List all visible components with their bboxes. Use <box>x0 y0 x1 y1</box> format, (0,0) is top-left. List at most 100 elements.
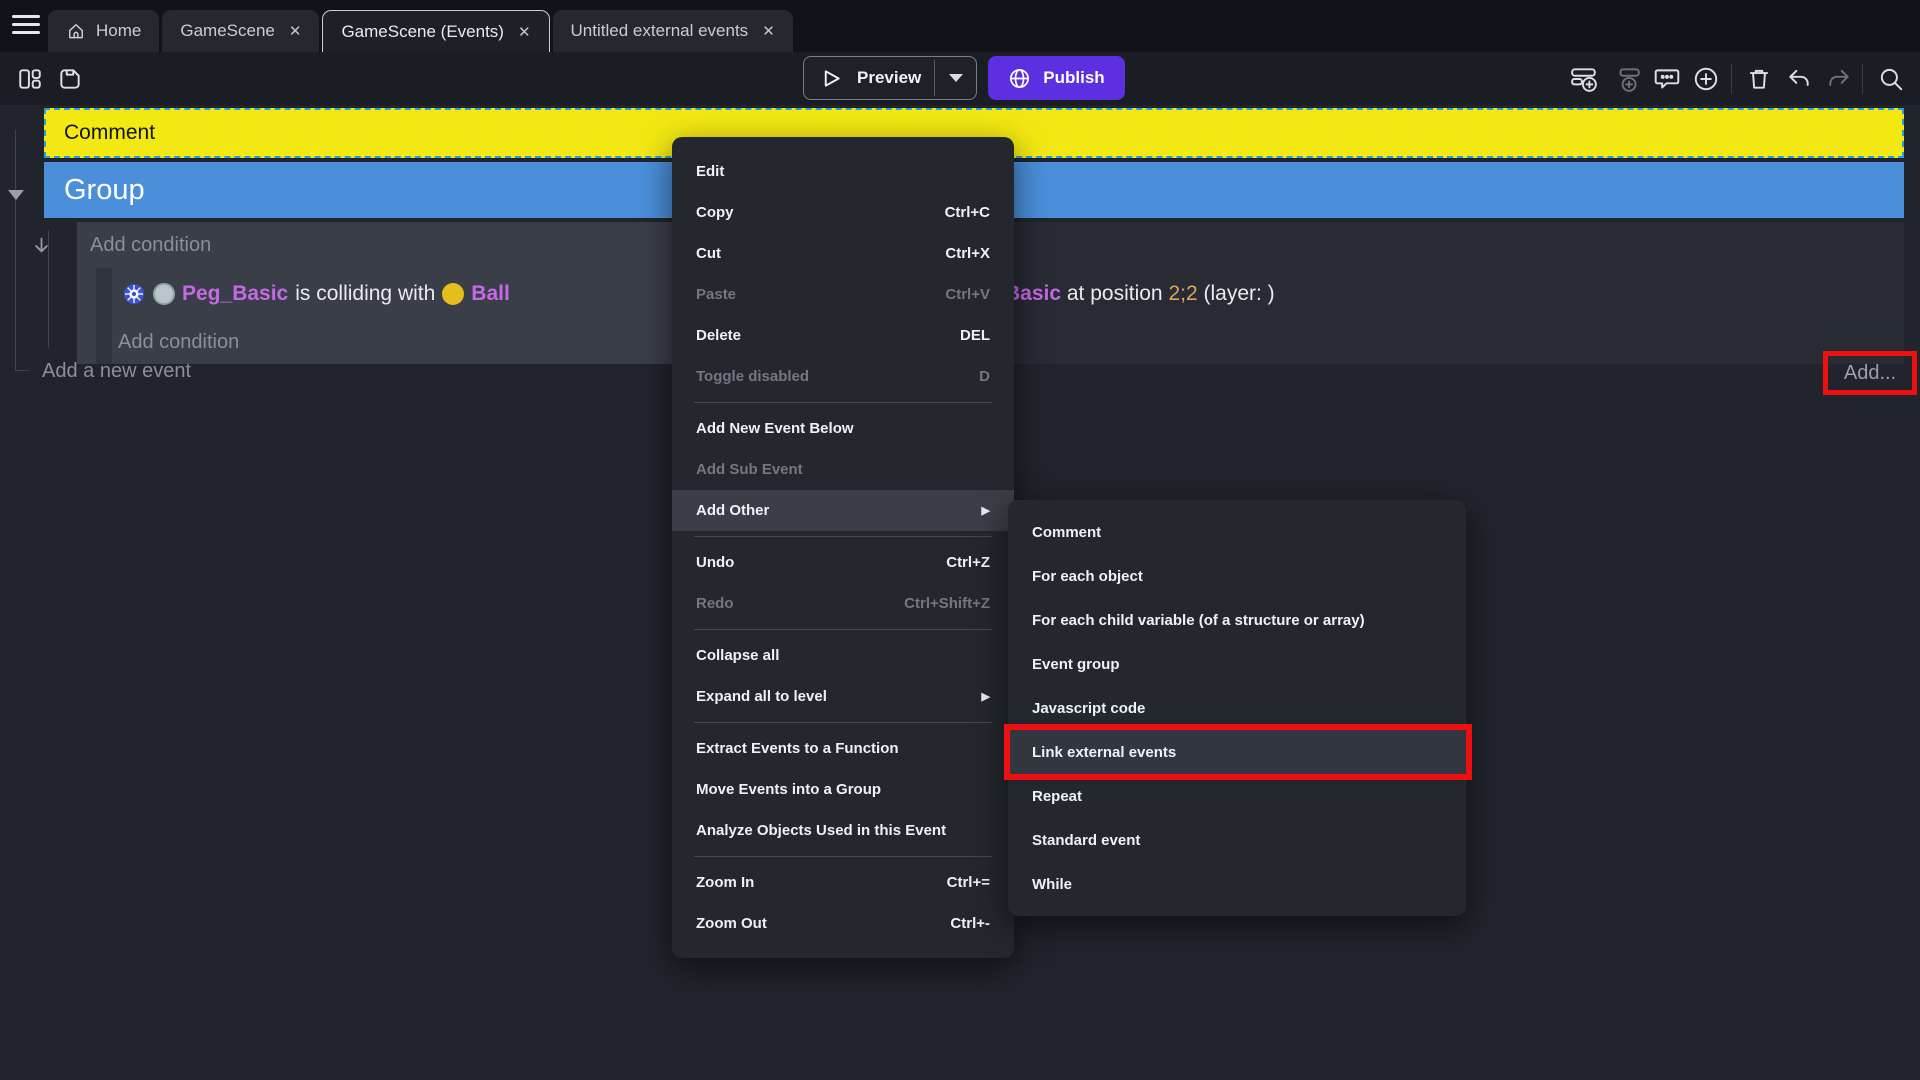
peg-object-icon <box>153 283 175 305</box>
add-sub-event-icon <box>1614 65 1642 93</box>
menu-item-label: Expand all to level <box>696 688 827 705</box>
globe-icon <box>1008 67 1031 90</box>
tab-bar: Home ✕ GameScene ✕ Gam <box>0 0 1920 52</box>
submenu-item-label: For each object <box>1032 568 1143 585</box>
menu-item[interactable]: Undo Ctrl+Z ▶ <box>672 542 1014 583</box>
preview-button-main[interactable]: Preview <box>804 57 934 99</box>
submenu-item-label: Event group <box>1032 656 1120 673</box>
tab[interactable]: GameScene ✕ <box>162 10 319 52</box>
tree-guide-line <box>15 370 29 371</box>
submenu-item[interactable]: For each object <box>1008 554 1466 598</box>
tab-label: Untitled external events <box>571 21 749 41</box>
submenu-item-label: Standard event <box>1032 832 1140 849</box>
submenu-item[interactable]: Repeat <box>1008 774 1466 818</box>
submenu-item-label: Javascript code <box>1032 700 1145 717</box>
submenu-item[interactable]: Event group <box>1008 642 1466 686</box>
toolbar-divider <box>1862 64 1863 94</box>
trash-icon[interactable] <box>1745 65 1773 93</box>
menu-item-label: Collapse all <box>696 647 779 664</box>
add-more-link[interactable]: Add... <box>1844 362 1896 385</box>
action-text: at position <box>1061 282 1168 305</box>
menu-item[interactable]: Copy Ctrl+C ▶ <box>672 192 1014 233</box>
indent-guide <box>96 268 112 364</box>
layout-panels-icon[interactable] <box>16 65 44 93</box>
menu-item[interactable]: Toggle disabled D ▶ <box>672 356 1014 397</box>
menu-item[interactable]: Zoom Out Ctrl+- ▶ <box>672 903 1014 944</box>
menu-item[interactable]: Add Other ▶ <box>672 490 1014 531</box>
menu-item-shortcut: Ctrl+- <box>950 915 990 932</box>
tab[interactable]: Home ✕ <box>48 10 159 52</box>
tab-close-icon[interactable]: ✕ <box>285 22 302 40</box>
tab-strip: Home ✕ GameScene ✕ Gam <box>48 10 793 52</box>
submenu-item[interactable]: Standard event <box>1008 818 1466 862</box>
menu-item-shortcut: Ctrl+X <box>945 245 990 262</box>
publish-label: Publish <box>1043 68 1104 88</box>
tab-label: Home <box>96 21 141 41</box>
tree-guide-line <box>15 130 16 371</box>
undo-icon[interactable] <box>1785 65 1813 93</box>
menu-item[interactable]: Add Sub Event ▶ <box>672 449 1014 490</box>
add-condition-link[interactable]: Add condition <box>90 222 211 268</box>
toolbar-divider <box>1731 64 1732 94</box>
tab-close-icon[interactable]: ✕ <box>758 22 775 40</box>
menu-item[interactable]: Delete DEL ▶ <box>672 315 1014 356</box>
menu-item-label: Move Events into a Group <box>696 781 881 798</box>
submenu-item[interactable]: Javascript code <box>1008 686 1466 730</box>
menu-item[interactable]: Extract Events to a Function ▶ <box>672 728 1014 769</box>
menu-item-label: Paste <box>696 286 736 303</box>
publish-button[interactable]: Publish <box>988 56 1125 100</box>
preview-button[interactable]: Preview <box>803 56 977 100</box>
menu-item[interactable]: Paste Ctrl+V ▶ <box>672 274 1014 315</box>
tab-label: GameScene <box>180 21 275 41</box>
submenu-arrow-icon: ▶ <box>982 504 990 517</box>
action-row-fragment[interactable]: Basic at position 2;2 (layer: ) <box>1005 268 1275 320</box>
tab[interactable]: GameScene (Events) ✕ <box>322 10 549 52</box>
hamburger-menu-icon[interactable] <box>12 15 42 37</box>
menu-item-label: Toggle disabled <box>696 368 809 385</box>
group-expander-icon[interactable] <box>8 190 24 200</box>
tab-close-icon[interactable]: ✕ <box>514 23 531 41</box>
add-event-icon[interactable] <box>1570 65 1598 93</box>
menu-item[interactable]: Edit ▶ <box>672 151 1014 192</box>
object-name: Peg_Basic <box>182 282 288 306</box>
menu-item[interactable]: Cut Ctrl+X ▶ <box>672 233 1014 274</box>
menu-item-shortcut: DEL <box>960 327 990 344</box>
menu-divider <box>694 629 992 630</box>
menu-item[interactable]: Analyze Objects Used in this Event ▶ <box>672 810 1014 851</box>
add-more-annotation-box: Add... <box>1823 351 1917 395</box>
condition-row[interactable]: Peg_Basic is colliding with Ball <box>122 268 510 320</box>
menu-item[interactable]: Add New Event Below ▶ <box>672 408 1014 449</box>
menu-item-label: Cut <box>696 245 721 262</box>
add-new-event-link[interactable]: Add a new event <box>42 356 191 386</box>
menu-item-label: Add New Event Below <box>696 420 854 437</box>
submenu-item[interactable]: While <box>1008 862 1466 906</box>
submenu-item-label: Repeat <box>1032 788 1082 805</box>
menu-item-shortcut: Ctrl+= <box>947 874 990 891</box>
add-other-submenu: Comment For each object For each child v… <box>1008 500 1466 916</box>
submenu-item[interactable]: For each child variable (of a structure … <box>1008 598 1466 642</box>
menu-item-label: Zoom Out <box>696 915 767 932</box>
menu-item[interactable]: Collapse all ▶ <box>672 635 1014 676</box>
menu-item-label: Zoom In <box>696 874 754 891</box>
add-comment-icon[interactable] <box>1653 65 1681 93</box>
menu-item-label: Add Sub Event <box>696 461 803 478</box>
menu-item-label: Undo <box>696 554 734 571</box>
preview-dropdown-arrow[interactable] <box>935 57 976 99</box>
menu-item[interactable]: Move Events into a Group ▶ <box>672 769 1014 810</box>
search-icon[interactable] <box>1877 65 1905 93</box>
submenu-item[interactable]: Comment <box>1008 510 1466 554</box>
save-icon[interactable] <box>56 65 84 93</box>
add-circle-icon[interactable] <box>1692 65 1720 93</box>
menu-item[interactable]: Expand all to level ▶ <box>672 676 1014 717</box>
menu-item[interactable]: Zoom In Ctrl+= ▶ <box>672 862 1014 903</box>
menu-divider <box>694 722 992 723</box>
submenu-item-label: Link external events <box>1032 744 1176 761</box>
submenu-item[interactable]: Link external events <box>1008 730 1466 774</box>
menu-item[interactable]: Redo Ctrl+Shift+Z ▶ <box>672 583 1014 624</box>
event-expander-icon[interactable] <box>33 237 50 259</box>
ball-object-icon <box>442 283 464 305</box>
tab[interactable]: Untitled external events ✕ <box>553 10 793 52</box>
submenu-item-label: Comment <box>1032 524 1101 541</box>
menu-item-shortcut: Ctrl+Z <box>946 554 990 571</box>
preview-label: Preview <box>857 68 921 88</box>
